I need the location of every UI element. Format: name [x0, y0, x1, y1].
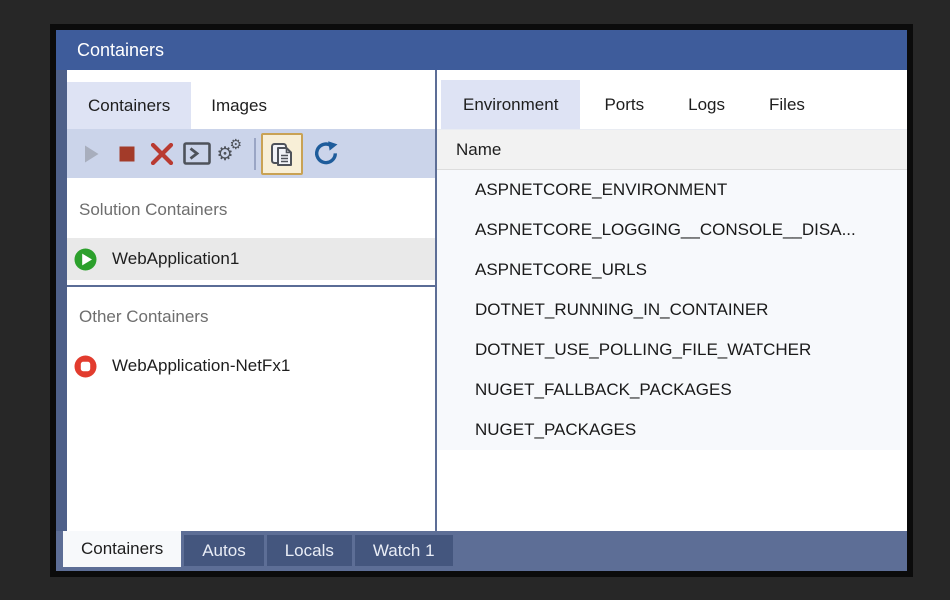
left-tab-strip: Containers Images: [67, 70, 435, 129]
tab-ports[interactable]: Ports: [584, 80, 664, 129]
bottom-tool-window-tab-strip: Containers Autos Locals Watch 1: [56, 531, 907, 571]
tab-files[interactable]: Files: [749, 80, 825, 129]
play-icon: [83, 144, 100, 164]
bottom-tab-watch1[interactable]: Watch 1: [355, 535, 453, 566]
copy-button[interactable]: [261, 133, 303, 175]
tool-window-body: Containers Images: [67, 70, 907, 531]
remove-button[interactable]: [144, 132, 179, 176]
bottom-tab-containers[interactable]: Containers: [63, 531, 181, 567]
containers-tool-window: Containers Containers Images: [50, 24, 913, 577]
env-row[interactable]: DOTNET_USE_POLLING_FILE_WATCHER: [437, 330, 907, 370]
env-row[interactable]: DOTNET_RUNNING_IN_CONTAINER: [437, 290, 907, 330]
containers-list-panel: Containers Images: [67, 70, 437, 531]
env-list-empty-space: [437, 450, 907, 531]
tab-images[interactable]: Images: [191, 82, 287, 129]
env-row[interactable]: ASPNETCORE_URLS: [437, 250, 907, 290]
terminal-icon: [183, 142, 211, 165]
bottom-tab-autos[interactable]: Autos: [184, 535, 263, 566]
container-details-panel: Environment Ports Logs Files Name ASPNET…: [437, 70, 907, 531]
env-row[interactable]: NUGET_FALLBACK_PACKAGES: [437, 370, 907, 410]
env-variable-list: ASPNETCORE_ENVIRONMENT ASPNETCORE_LOGGIN…: [437, 170, 907, 450]
start-button[interactable]: [74, 132, 109, 176]
container-stopped-icon: [74, 355, 97, 378]
section-divider: [67, 285, 435, 287]
section-header-other-containers: Other Containers: [67, 303, 435, 331]
tab-logs[interactable]: Logs: [668, 80, 745, 129]
gears-icon: ⚙⚙: [217, 139, 247, 169]
container-name: WebApplication1: [112, 249, 239, 269]
tab-containers[interactable]: Containers: [67, 82, 191, 129]
details-tab-strip: Environment Ports Logs Files: [437, 70, 907, 129]
env-row[interactable]: NUGET_PACKAGES: [437, 410, 907, 450]
containers-tree: Solution Containers WebApplication1 Othe…: [67, 178, 435, 531]
column-header-name: Name: [456, 140, 501, 160]
stop-icon: [119, 146, 135, 162]
copy-icon: [268, 140, 296, 168]
containers-toolbar: ⚙⚙: [67, 129, 435, 178]
tree-row-webapplication-netfx1[interactable]: WebApplication-NetFx1: [67, 345, 435, 387]
bottom-tab-locals[interactable]: Locals: [267, 535, 352, 566]
tree-row-webapplication1[interactable]: WebApplication1: [67, 238, 435, 280]
close-icon: [150, 143, 174, 165]
stop-button[interactable]: [109, 132, 144, 176]
refresh-button[interactable]: [308, 132, 343, 176]
container-running-icon: [74, 248, 97, 271]
env-table-header[interactable]: Name: [437, 129, 907, 170]
refresh-icon: [313, 141, 339, 167]
tab-images-label: Images: [211, 96, 267, 116]
container-name: WebApplication-NetFx1: [112, 356, 290, 376]
settings-button[interactable]: ⚙⚙: [214, 132, 249, 176]
tab-environment[interactable]: Environment: [441, 80, 580, 129]
open-terminal-button[interactable]: [179, 132, 214, 176]
section-header-solution-containers: Solution Containers: [67, 196, 435, 224]
tab-containers-label: Containers: [88, 96, 170, 116]
toolbar-separator: [254, 138, 256, 170]
env-row[interactable]: ASPNETCORE_LOGGING__CONSOLE__DISA...: [437, 210, 907, 250]
tool-window-title: Containers: [77, 40, 164, 61]
tool-window-titlebar[interactable]: Containers: [56, 30, 907, 70]
env-row[interactable]: ASPNETCORE_ENVIRONMENT: [437, 170, 907, 210]
